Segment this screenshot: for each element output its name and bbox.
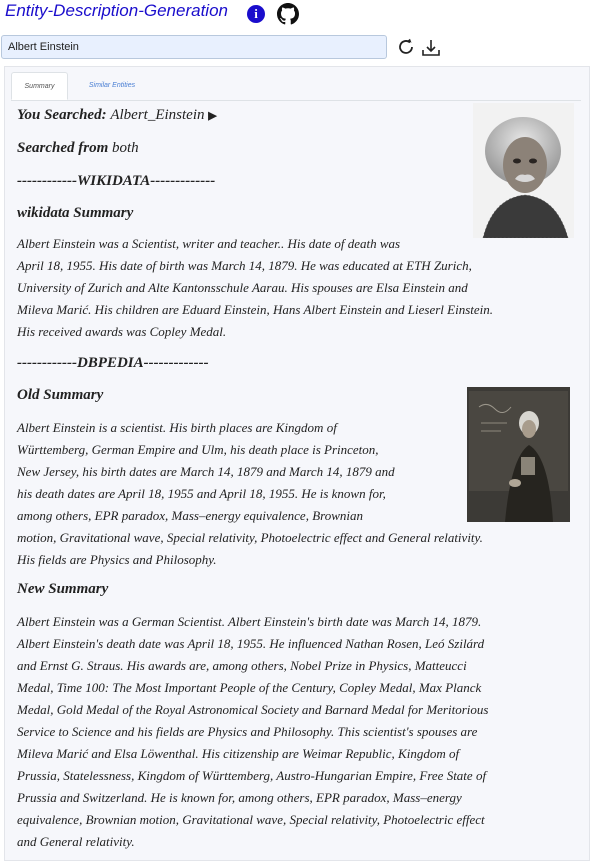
new-line: Albert Einstein's death date was April 1… — [17, 636, 485, 651]
new-line: Mileva Marić and Elsa Löwenthal. His cit… — [17, 746, 460, 761]
you-searched-label: You Searched: — [17, 107, 107, 123]
searched-from-row: Searched from both — [17, 140, 139, 157]
new-line: Medal, Time 100: The Most Important Peop… — [17, 680, 482, 695]
tab-bar: Summary Similar Entities — [11, 72, 581, 101]
old-line: motion, Gravitational wave, Special rela… — [17, 530, 483, 545]
wikidata-line: University of Zurich and Alte Kantonssch… — [17, 280, 468, 295]
wikidata-portrait-image — [473, 103, 574, 238]
you-searched-row: You Searched: Albert_Einstein ▶ — [17, 107, 217, 124]
download-icon[interactable] — [420, 37, 442, 59]
new-line: and Ernst G. Straus. His awards are, amo… — [17, 658, 467, 673]
new-line: Albert Einstein was a German Scientist. … — [17, 614, 482, 629]
new-line: and General relativity. — [17, 834, 135, 849]
searched-from-value: both — [112, 140, 139, 156]
tab-summary[interactable]: Summary — [11, 72, 68, 100]
dbpedia-portrait-image — [467, 387, 570, 522]
app-title: Entity-Description-Generation — [5, 1, 228, 20]
info-icon[interactable]: i — [247, 5, 265, 23]
dbpedia-divider: ------------DBPEDIA------------- — [17, 355, 209, 371]
play-icon[interactable]: ▶ — [208, 110, 216, 122]
new-line: Service to Science and his fields are Ph… — [17, 724, 478, 739]
wikidata-line: Mileva Marić. His children are Eduard Ei… — [17, 302, 494, 317]
you-searched-value: Albert_Einstein — [110, 107, 205, 123]
new-line: Prussia and Switzerland. He is known for… — [17, 790, 462, 805]
old-summary: Albert Einstein is a scientist. His birt… — [17, 417, 483, 571]
wikidata-divider: ------------WIKIDATA------------- — [17, 173, 216, 189]
new-line: Prussia, Statelessness, Kingdom of Württ… — [17, 768, 487, 783]
refresh-icon[interactable] — [396, 37, 416, 57]
new-line: equivalence, Brownian motion, Gravitatio… — [17, 812, 485, 827]
old-line: His fields are Physics and Philosophy. — [17, 552, 217, 567]
wikidata-line: April 18, 1955. His date of birth was Ma… — [17, 258, 472, 273]
searched-from-label: Searched from — [17, 140, 109, 156]
old-line: New Jersey, his birth dates are March 14… — [17, 464, 395, 479]
results-panel: Summary Similar Entities You Searched: A… — [4, 66, 590, 861]
new-summary-heading: New Summary — [17, 581, 109, 597]
new-summary: Albert Einstein was a German Scientist. … — [17, 611, 488, 853]
wikidata-heading: wikidata Summary — [17, 205, 134, 221]
search-input[interactable] — [1, 35, 387, 59]
old-line: among others, EPR paradox, Mass–energy e… — [17, 508, 363, 523]
wikidata-summary: Albert Einstein was a Scientist, writer … — [17, 233, 493, 343]
github-icon[interactable] — [277, 3, 299, 25]
wikidata-line: Albert Einstein was a Scientist, writer … — [17, 236, 401, 251]
old-line: Württemberg, German Empire and Ulm, his … — [17, 442, 379, 457]
tab-similar-entities[interactable]: Similar Entities — [81, 72, 143, 100]
wikidata-line: His received awards was Copley Medal. — [17, 324, 227, 339]
new-line: Medal, Gold Medal of the Royal Astronomi… — [17, 702, 489, 717]
old-line: his death dates are April 18, 1955 and A… — [17, 486, 386, 501]
old-summary-heading: Old Summary — [17, 387, 104, 403]
old-line: Albert Einstein is a scientist. His birt… — [17, 420, 337, 435]
